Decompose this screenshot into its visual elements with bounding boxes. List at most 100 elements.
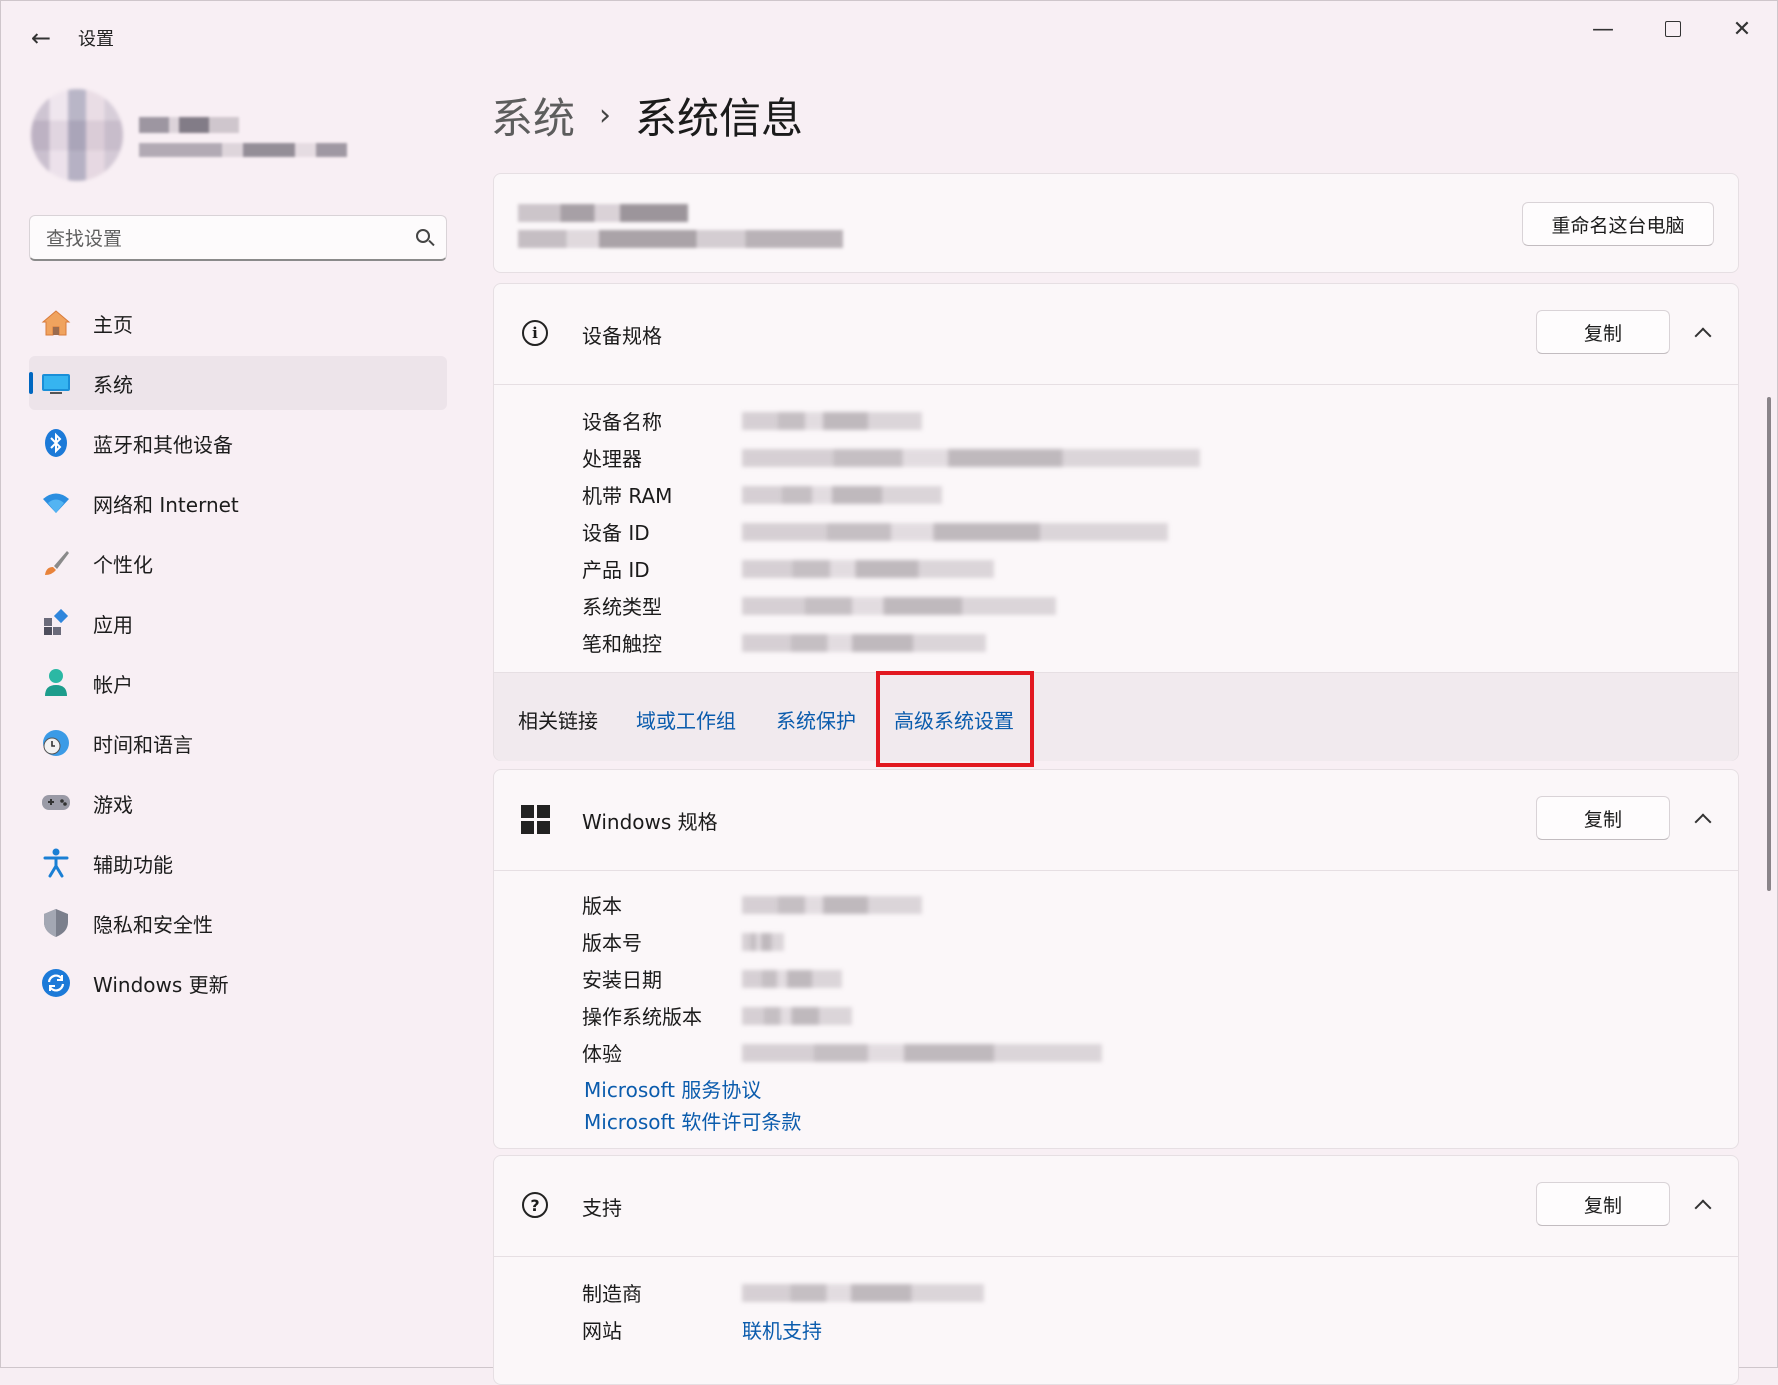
support-card: ? 支持 复制 制造商 网站 联机支持	[493, 1155, 1739, 1385]
microsoft-services-agreement-link[interactable]: Microsoft 服务协议	[584, 1074, 761, 1103]
monitor-icon	[41, 368, 71, 398]
sidebar-item-label: 帐户	[93, 672, 133, 697]
spec-label: 体验	[582, 1042, 622, 1066]
system-protection-link[interactable]: 系统保护	[776, 705, 856, 734]
maximize-button[interactable]	[1643, 9, 1703, 49]
online-support-link[interactable]: 联机支持	[742, 1315, 822, 1344]
copy-button[interactable]: 复制	[1536, 796, 1670, 840]
spec-label: 网站	[582, 1319, 622, 1343]
sidebar-item-apps[interactable]: 应用	[29, 596, 447, 650]
section-title: 支持	[582, 1196, 622, 1220]
chevron-up-icon[interactable]	[1688, 318, 1718, 348]
sidebar-item-accounts[interactable]: 帐户	[29, 656, 447, 710]
close-button[interactable]: ✕	[1712, 9, 1772, 49]
info-icon: i	[520, 318, 550, 348]
spec-label: 版本	[582, 894, 622, 918]
pc-name-blurred	[518, 204, 688, 222]
user-name-blurred	[139, 117, 239, 133]
spec-row: 操作系统版本	[582, 997, 1102, 1034]
spec-row: 版本	[582, 886, 1102, 923]
copy-button[interactable]: 复制	[1536, 1182, 1670, 1226]
minimize-button[interactable]: —	[1573, 9, 1633, 49]
title-bar: ← 设置 — ✕	[1, 1, 1777, 61]
spec-label: 安装日期	[582, 968, 662, 992]
spec-label: 版本号	[582, 931, 642, 955]
spec-row: 机带 RAM	[582, 476, 1200, 513]
back-arrow-icon[interactable]: ←	[21, 21, 61, 55]
maximize-icon	[1665, 21, 1681, 37]
windows-logo-icon	[520, 804, 550, 834]
sync-icon	[41, 968, 71, 998]
page-title: 系统信息	[635, 94, 804, 143]
windows-specs-card: Windows 规格 复制 版本 版本号 安装日期 操作系统版本 体验 Micr…	[493, 769, 1739, 1149]
spec-row: 网站 联机支持	[582, 1311, 984, 1348]
windows-specs-list: 版本 版本号 安装日期 操作系统版本 体验	[582, 886, 1102, 1071]
settings-window: ← 设置 — ✕ 主页 系统 蓝牙和其他设备	[0, 0, 1778, 1385]
device-specs-card: i 设备规格 复制 设备名称 处理器 机带 RAM 设备 ID 产品 ID 系统…	[493, 283, 1739, 767]
spec-value-blurred	[742, 485, 942, 504]
sidebar-item-time-language[interactable]: 时间和语言	[29, 716, 447, 770]
sidebar-item-label: 系统	[93, 372, 133, 397]
globe-clock-icon	[41, 728, 71, 758]
pc-model-blurred	[518, 230, 843, 248]
breadcrumb-parent[interactable]: 系统	[491, 85, 575, 146]
help-icon: ?	[520, 1190, 550, 1220]
spec-label: 制造商	[582, 1282, 642, 1306]
search-icon[interactable]	[416, 229, 430, 243]
spec-value-blurred	[742, 1283, 984, 1302]
spec-label: 设备名称	[582, 410, 662, 434]
pc-name-card: 重命名这台电脑	[493, 173, 1739, 273]
scrollbar[interactable]	[1767, 397, 1771, 891]
spec-label: 设备 ID	[582, 521, 650, 545]
sidebar-item-label: 主页	[93, 312, 133, 337]
spec-row: 处理器	[582, 439, 1200, 476]
sidebar-item-accessibility[interactable]: 辅助功能	[29, 836, 447, 890]
spec-row: 笔和触控	[582, 624, 1200, 661]
windows-specs-header[interactable]: Windows 规格 复制	[494, 770, 1738, 871]
chevron-up-icon[interactable]	[1688, 1190, 1718, 1220]
home-icon	[41, 308, 71, 338]
sidebar-item-label: 蓝牙和其他设备	[93, 432, 233, 457]
sidebar-item-label: 个性化	[93, 552, 153, 577]
spec-value-blurred	[742, 1043, 1102, 1062]
spec-value-blurred	[742, 448, 1200, 467]
section-title: 设备规格	[582, 324, 662, 348]
rename-pc-button[interactable]: 重命名这台电脑	[1522, 202, 1714, 246]
shield-icon	[41, 908, 71, 938]
sidebar-item-label: 时间和语言	[93, 732, 193, 757]
spec-label: 机带 RAM	[582, 484, 673, 508]
sidebar-item-label: 网络和 Internet	[93, 492, 239, 517]
spec-value-blurred	[742, 522, 1168, 541]
sidebar-item-gaming[interactable]: 游戏	[29, 776, 447, 830]
sidebar-item-personalization[interactable]: 个性化	[29, 536, 447, 590]
microsoft-license-terms-link[interactable]: Microsoft 软件许可条款	[584, 1106, 801, 1135]
sidebar-item-windows-update[interactable]: Windows 更新	[29, 956, 447, 1010]
breadcrumb-separator: ›	[599, 98, 612, 133]
device-specs-header[interactable]: i 设备规格 复制	[494, 284, 1738, 385]
apps-icon	[41, 608, 71, 638]
search-box	[29, 215, 447, 262]
support-header[interactable]: ? 支持 复制	[494, 1156, 1738, 1257]
spec-value-blurred	[742, 969, 842, 988]
spec-value-blurred	[742, 596, 1056, 615]
search-input[interactable]	[44, 216, 388, 262]
spec-value-blurred	[742, 411, 922, 430]
sidebar-item-privacy[interactable]: 隐私和安全性	[29, 896, 447, 950]
spec-row: 版本号	[582, 923, 1102, 960]
copy-button[interactable]: 复制	[1536, 310, 1670, 354]
sidebar-item-bluetooth[interactable]: 蓝牙和其他设备	[29, 416, 447, 470]
device-specs-list: 设备名称 处理器 机带 RAM 设备 ID 产品 ID 系统类型 笔和触控	[582, 402, 1200, 661]
sidebar-item-home[interactable]: 主页	[29, 296, 447, 350]
support-list: 制造商 网站 联机支持	[582, 1274, 984, 1348]
sidebar-item-label: 游戏	[93, 792, 133, 817]
section-title: Windows 规格	[582, 810, 718, 834]
spec-row: 系统类型	[582, 587, 1200, 624]
app-title: 设置	[78, 29, 114, 50]
avatar[interactable]	[31, 89, 123, 181]
spec-label: 操作系统版本	[582, 1005, 702, 1029]
sidebar-item-system[interactable]: 系统	[29, 356, 447, 410]
sidebar-item-label: Windows 更新	[93, 972, 229, 997]
sidebar-item-network[interactable]: 网络和 Internet	[29, 476, 447, 530]
chevron-up-icon[interactable]	[1688, 804, 1718, 834]
domain-workgroup-link[interactable]: 域或工作组	[636, 705, 736, 734]
